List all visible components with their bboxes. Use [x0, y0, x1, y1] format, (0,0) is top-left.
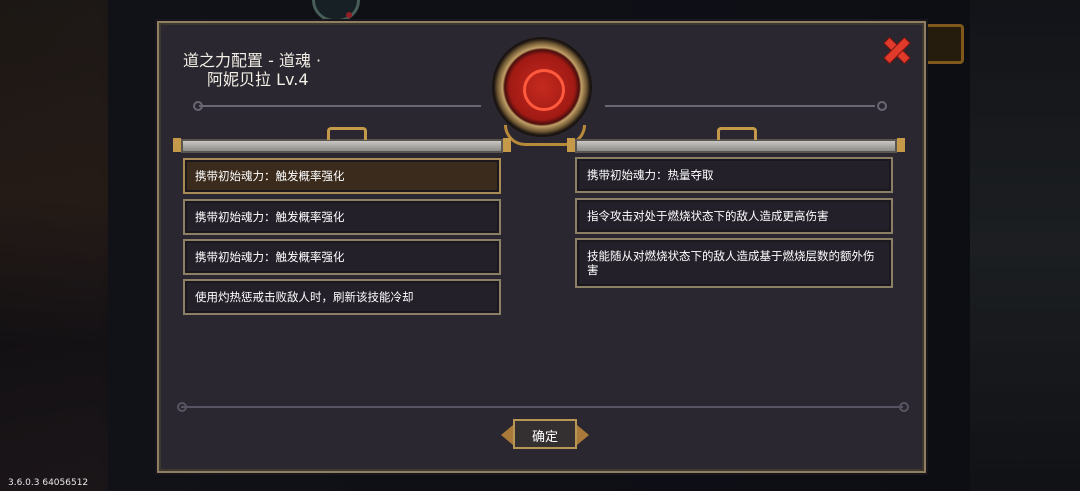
title-divider-right	[605, 105, 875, 107]
dialog-title-line2: 阿妮贝拉 Lv.4	[207, 70, 309, 89]
divider-end-left	[193, 101, 203, 111]
left-slot-rail	[173, 127, 511, 153]
version-label: 3.6.0.3 64056512	[8, 478, 89, 488]
dialog-title-line1: 道之力配置 - 道魂 ·	[183, 51, 322, 70]
right-slot-2[interactable]: 指令攻击对处于燃烧状态下的敌人造成更高伤害	[575, 198, 893, 234]
confirm-wing-right-icon	[577, 425, 589, 445]
right-slot-rail	[567, 127, 905, 153]
dialog-title: 道之力配置 - 道魂 · 阿妮贝拉 Lv.4	[183, 51, 321, 89]
bottom-divider-end-left	[177, 402, 187, 412]
slot-text: 携带初始魂力：热量夺取	[587, 168, 714, 182]
bottom-divider-end-right	[899, 402, 909, 412]
dao-power-config-dialog: 道之力配置 - 道魂 · 阿妮贝拉 Lv.4 携带初始魂力：触发概率强化 携带初…	[157, 21, 926, 473]
bottom-divider	[181, 406, 903, 408]
left-slot-1[interactable]: 携带初始魂力：触发概率强化	[183, 158, 501, 194]
confirm-wing-left-icon	[501, 425, 513, 445]
left-slot-3[interactable]: 携带初始魂力：触发概率强化	[183, 239, 501, 275]
left-slot-2[interactable]: 携带初始魂力：触发概率强化	[183, 199, 501, 235]
slot-text: 携带初始魂力：触发概率强化	[195, 169, 345, 183]
portrait-face	[523, 69, 565, 111]
slot-text: 携带初始魂力：触发概率强化	[195, 210, 345, 224]
divider-end-right	[877, 101, 887, 111]
close-x-icon[interactable]	[880, 33, 914, 67]
title-divider-left	[199, 105, 481, 107]
confirm-button[interactable]: 确定	[499, 417, 591, 453]
right-slot-1[interactable]: 携带初始魂力：热量夺取	[575, 157, 893, 193]
confirm-label: 确定	[531, 430, 558, 445]
slot-text: 指令攻击对处于燃烧状态下的敌人造成更高伤害	[587, 209, 829, 223]
slot-text: 使用灼热惩戒击败敌人时，刷新该技能冷却	[195, 290, 414, 304]
left-slot-4[interactable]: 使用灼热惩戒击败敌人时，刷新该技能冷却	[183, 279, 501, 315]
right-slot-3[interactable]: 技能随从对燃烧状态下的敌人造成基于燃烧层数的额外伤害	[575, 238, 893, 288]
slot-text: 技能随从对燃烧状态下的敌人造成基于燃烧层数的额外伤害	[587, 249, 875, 277]
slot-text: 携带初始魂力：触发概率强化	[195, 250, 345, 264]
